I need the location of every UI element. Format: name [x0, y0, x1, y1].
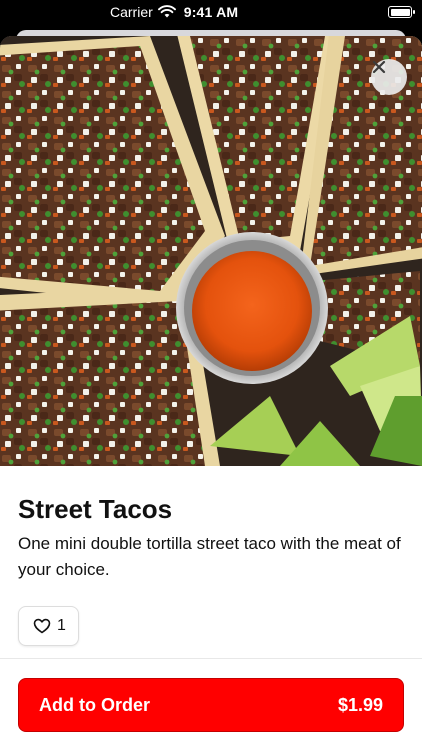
- item-title: Street Tacos: [18, 494, 173, 524]
- close-button[interactable]: [371, 59, 407, 95]
- like-count: 1: [57, 617, 66, 634]
- status-time: 9:41 AM: [183, 4, 239, 20]
- item-detail-modal: Street Tacos One mini double tortilla st…: [0, 36, 422, 750]
- heart-icon: [33, 618, 51, 634]
- close-icon: [372, 60, 386, 74]
- like-button[interactable]: 1: [18, 606, 79, 646]
- tacos-photo: [0, 36, 422, 466]
- tacos-illustration: [0, 36, 422, 466]
- add-to-order-button[interactable]: Add to Order $1.99: [18, 678, 404, 732]
- item-description: One mini double tortilla street taco wit…: [18, 534, 401, 579]
- item-details: Street Tacos One mini double tortilla st…: [0, 493, 422, 646]
- add-to-order-label: Add to Order: [39, 694, 150, 715]
- battery-icon: [388, 6, 415, 18]
- item-price: $1.99: [337, 694, 383, 715]
- order-footer: Add to Order $1.99: [0, 658, 422, 750]
- status-bar: Carrier 9:41 AM: [0, 0, 422, 26]
